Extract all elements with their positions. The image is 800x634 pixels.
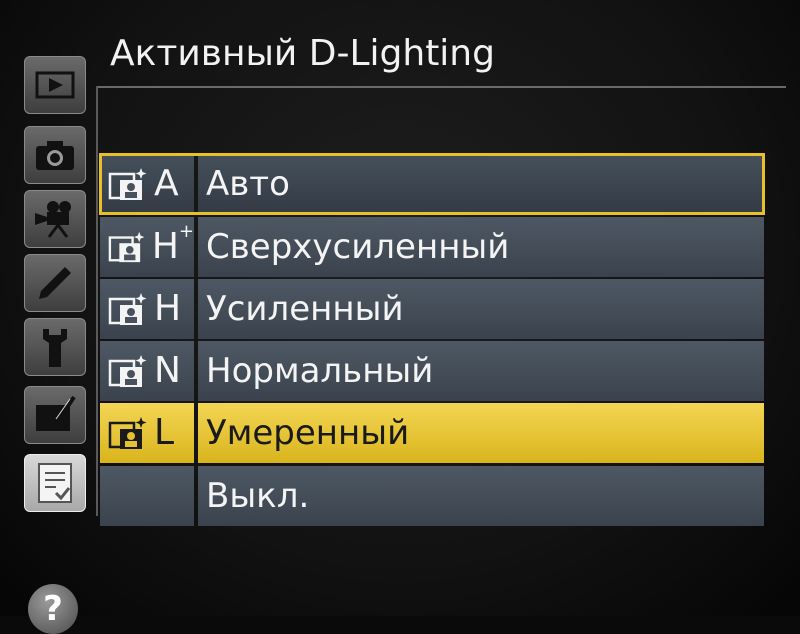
menu-divider — [96, 86, 98, 516]
menu-item-code: N — [154, 350, 181, 391]
menu-item[interactable]: H Усиленный — [100, 279, 764, 339]
tab-photo-shooting[interactable] — [24, 126, 86, 184]
camera-icon — [36, 141, 74, 170]
menu-item-code: L — [154, 412, 175, 453]
menu-item-label: Умеренный — [198, 403, 764, 463]
tab-setup[interactable] — [24, 318, 86, 376]
tab-playback[interactable] — [24, 56, 86, 114]
adl-icon — [108, 293, 147, 325]
menu-item-code: H — [154, 288, 182, 329]
menu-item-icon-cell: A — [100, 154, 194, 214]
menu-item-label: Авто — [198, 154, 764, 214]
tab-retouch[interactable] — [24, 386, 86, 444]
menu-item-label: Усиленный — [198, 279, 764, 339]
menu-item-label: Выкл. — [198, 466, 764, 526]
menu-item[interactable]: N Нормальный — [100, 341, 764, 401]
menu-item-icon-cell: N — [100, 341, 194, 401]
tab-my-menu[interactable] — [24, 454, 86, 512]
menu-item[interactable]: A Авто — [99, 153, 765, 215]
menu-item-label: Сверхусиленный — [198, 217, 764, 277]
wrench-icon — [43, 329, 67, 367]
menu-item-label: Нормальный — [198, 341, 764, 401]
my-menu-icon — [38, 463, 72, 503]
tab-movie-shooting[interactable] — [24, 190, 86, 248]
retouch-icon — [36, 395, 76, 431]
adl-icon — [108, 231, 145, 263]
menu-item-code: A — [154, 163, 179, 204]
movie-camera-icon — [35, 201, 71, 238]
help-icon[interactable]: ? — [28, 584, 78, 634]
tab-custom-settings[interactable] — [24, 254, 86, 312]
camera-screen: Активный D-Lighting ? A Авто H+ Сверхусилен… — [0, 0, 800, 634]
menu-item-icon-cell: H — [100, 279, 194, 339]
menu-item-icon-cell — [100, 466, 194, 526]
menu-item-code: H+ — [151, 221, 194, 267]
menu-item[interactable]: L Умеренный — [100, 403, 764, 463]
menu-item[interactable]: Выкл. — [100, 466, 764, 526]
menu-item[interactable]: H+ Сверхусиленный — [100, 217, 764, 277]
title-divider — [96, 86, 786, 88]
playback-icon — [35, 71, 75, 99]
adl-icon — [108, 417, 147, 449]
menu-item-icon-cell: H+ — [100, 217, 194, 277]
adl-icon — [108, 168, 147, 200]
pencil-icon — [39, 267, 71, 299]
adl-icon — [108, 355, 147, 387]
page-title: Активный D-Lighting — [110, 33, 495, 74]
menu-item-icon-cell: L — [100, 403, 194, 463]
